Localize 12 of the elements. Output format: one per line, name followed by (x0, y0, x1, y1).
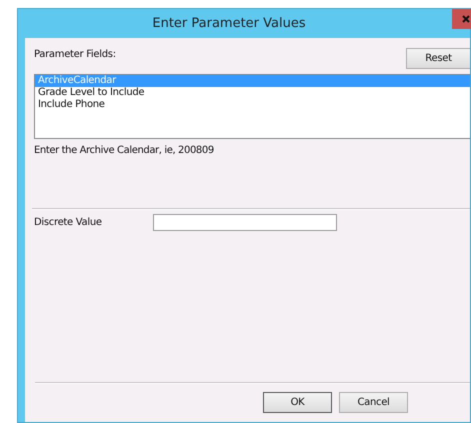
cancel-button[interactable]: Cancel (339, 392, 408, 413)
list-item[interactable]: Grade Level to Include (35, 87, 470, 99)
value-label: Discrete Value (34, 217, 103, 228)
close-icon (462, 15, 470, 23)
hint-text: Enter the Archive Calendar, ie, 200809 (34, 145, 215, 156)
value-field[interactable] (153, 214, 337, 231)
fields-label: Parameter Fields: (34, 49, 116, 60)
list-item[interactable]: Include Phone (35, 99, 470, 111)
ok-button[interactable]: OK (263, 392, 332, 413)
close-button[interactable] (452, 9, 471, 29)
window-title: Enter Parameter Values (152, 16, 306, 31)
reset-button[interactable]: Reset (406, 48, 470, 69)
